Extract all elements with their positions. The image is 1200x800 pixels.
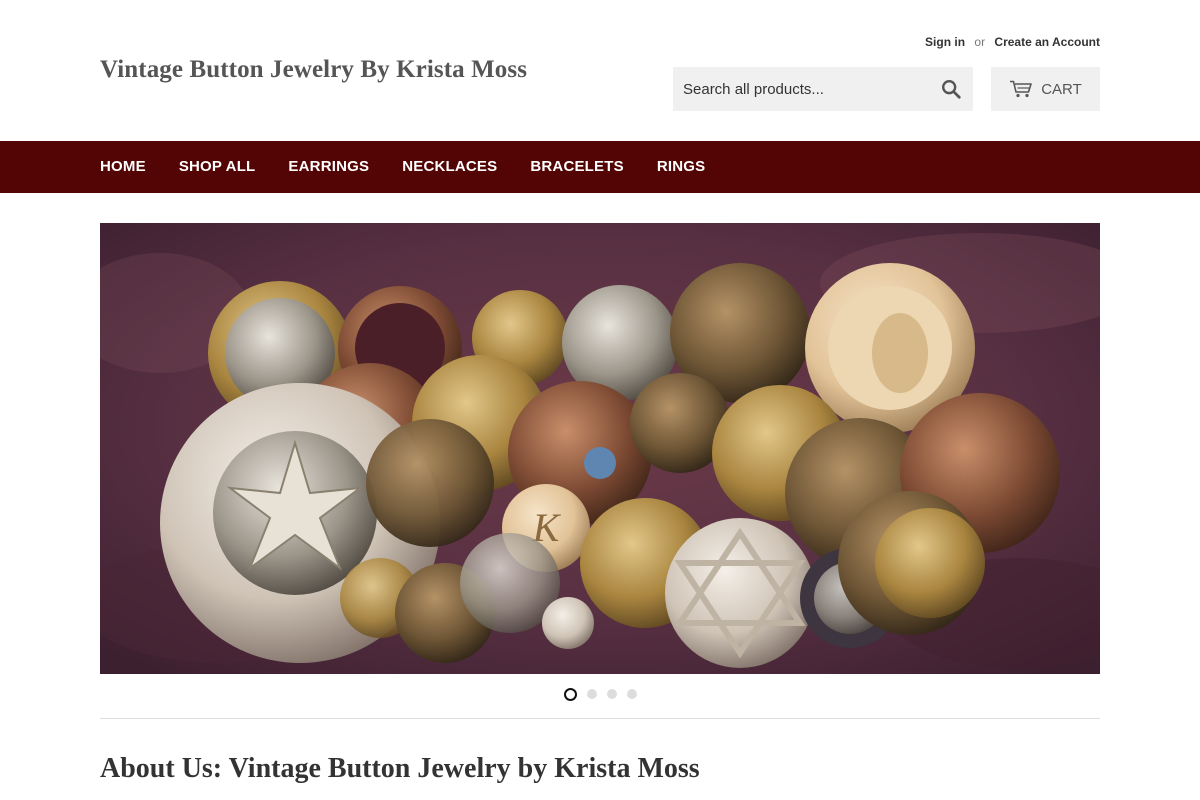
nav-item-earrings[interactable]: EARRINGS [288, 158, 369, 175]
nav-item-rings[interactable]: RINGS [657, 158, 706, 175]
slide-dot-4[interactable] [626, 689, 637, 699]
nav-item-necklaces[interactable]: NECKLACES [402, 158, 497, 175]
search-icon [942, 79, 961, 99]
cart-icon [1010, 80, 1033, 98]
cart-button[interactable]: CART [991, 67, 1100, 111]
search-form [673, 67, 973, 111]
create-account-link[interactable]: Create an Account [994, 35, 1100, 49]
site-header: Vintage Button Jewelry By Krista Moss Si… [0, 0, 1200, 141]
sign-in-link[interactable]: Sign in [925, 35, 965, 49]
slide-dot-2[interactable] [586, 689, 597, 699]
nav-item-bracelets[interactable]: BRACELETS [530, 158, 623, 175]
slideshow-dots [0, 686, 1200, 702]
or-text: or [974, 35, 986, 49]
site-title[interactable]: Vintage Button Jewelry By Krista Moss [100, 56, 527, 84]
nav-item-shop-all[interactable]: SHOP ALL [179, 158, 256, 175]
account-links: Sign in or Create an Account [925, 35, 1100, 49]
search-button[interactable] [937, 77, 965, 103]
about-title: About Us: Vintage Button Jewelry by Kris… [100, 753, 700, 784]
search-input[interactable] [673, 67, 923, 111]
nav-item-home[interactable]: HOME [100, 158, 146, 175]
slide-dot-3[interactable] [606, 689, 617, 699]
section-divider [100, 718, 1100, 719]
hero-slideshow[interactable]: K [100, 223, 1100, 674]
hero-image-vintage-buttons: K [100, 223, 1100, 674]
cart-label: CART [1041, 80, 1082, 98]
main-nav: HOME SHOP ALL EARRINGS NECKLACES BRACELE… [0, 141, 1200, 193]
slide-dot-1[interactable] [563, 687, 577, 701]
